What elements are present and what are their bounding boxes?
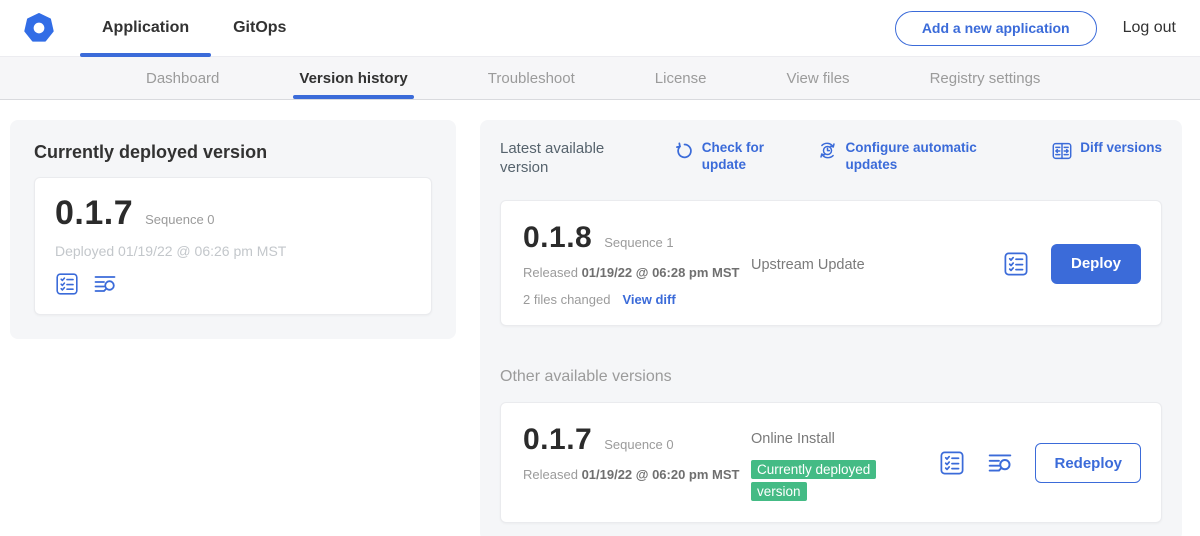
other-version-number: 0.1.7 <box>523 423 592 457</box>
other-sequence: Sequence 0 <box>604 437 673 452</box>
deployed-timestamp: Deployed 01/19/22 @ 06:26 pm MST <box>55 243 411 259</box>
subnav-view-files-label: View files <box>786 70 849 87</box>
app-subnav: Dashboard Version history Troubleshoot L… <box>0 57 1200 100</box>
active-subnav-underline <box>293 95 413 99</box>
latest-sequence: Sequence 1 <box>604 235 673 250</box>
latest-release-card: 0.1.8 Sequence 1 Released 01/19/22 @ 06:… <box>500 200 1162 326</box>
subnav-troubleshoot[interactable]: Troubleshoot <box>482 57 581 99</box>
latest-version-number: 0.1.8 <box>523 221 592 255</box>
currently-deployed-panel: Currently deployed version 0.1.7 Sequenc… <box>10 120 456 339</box>
redeploy-button[interactable]: Redeploy <box>1035 443 1141 483</box>
released-prefix: Released <box>523 265 578 280</box>
check-for-update-label: Check for update <box>702 140 772 174</box>
refresh-icon <box>674 140 695 161</box>
currently-deployed-badge: Currently deployed version <box>751 460 876 501</box>
subnav-registry-settings-label: Registry settings <box>930 70 1041 87</box>
deployed-version-card: 0.1.7 Sequence 0 Deployed 01/19/22 @ 06:… <box>34 177 432 315</box>
clock-refresh-icon <box>817 140 838 161</box>
subnav-dashboard-label: Dashboard <box>146 70 219 87</box>
subnav-license[interactable]: License <box>649 57 713 99</box>
active-tab-underline <box>80 53 211 57</box>
deployed-version-number: 0.1.7 <box>55 194 133 233</box>
preflight-checklist-icon[interactable] <box>939 450 965 476</box>
top-tabs: Application GitOps <box>80 0 308 57</box>
view-diff-link[interactable]: View diff <box>622 292 675 307</box>
subnav-license-label: License <box>655 70 707 87</box>
latest-available-title: Latest available version <box>500 140 628 178</box>
diff-columns-icon <box>1051 140 1073 162</box>
check-for-update-action[interactable]: Check for update <box>674 140 772 174</box>
main-content: Currently deployed version 0.1.7 Sequenc… <box>0 100 1200 536</box>
subnav-version-history-label: Version history <box>299 70 407 87</box>
released-timestamp: 01/19/22 @ 06:20 pm MST <box>582 467 740 482</box>
preflight-checklist-icon[interactable] <box>55 272 79 296</box>
logout-link[interactable]: Log out <box>1123 19 1176 37</box>
files-changed-count: 2 files changed <box>523 292 610 307</box>
subnav-troubleshoot-label: Troubleshoot <box>488 70 575 87</box>
subnav-dashboard[interactable]: Dashboard <box>140 57 225 99</box>
preflight-checklist-icon[interactable] <box>1003 251 1029 277</box>
view-logs-icon[interactable] <box>93 272 117 296</box>
released-timestamp: 01/19/22 @ 06:28 pm MST <box>582 265 740 280</box>
deployed-sequence: Sequence 0 <box>145 212 214 227</box>
tab-application[interactable]: Application <box>80 0 211 57</box>
subnav-version-history[interactable]: Version history <box>293 57 413 99</box>
deploy-button[interactable]: Deploy <box>1051 244 1141 284</box>
top-nav: Application GitOps Add a new application… <box>0 0 1200 57</box>
released-prefix: Released <box>523 467 578 482</box>
add-application-button[interactable]: Add a new application <box>895 11 1097 46</box>
app-logo-icon <box>24 13 54 43</box>
release-source-label: Upstream Update <box>751 221 1003 307</box>
configure-automatic-updates-action[interactable]: Configure automatic updates <box>817 140 1005 174</box>
currently-deployed-badge-wrap: Currently deployed version <box>751 459 893 504</box>
other-release-card: 0.1.7 Sequence 0 Released 01/19/22 @ 06:… <box>500 402 1162 523</box>
configure-automatic-updates-label: Configure automatic updates <box>845 140 1005 174</box>
diff-versions-label: Diff versions <box>1080 140 1162 157</box>
other-versions-title: Other available versions <box>500 368 1162 386</box>
diff-versions-action[interactable]: Diff versions <box>1051 140 1162 162</box>
subnav-registry-settings[interactable]: Registry settings <box>924 57 1047 99</box>
latest-available-panel: Latest available version Check for updat… <box>480 120 1182 536</box>
currently-deployed-title: Currently deployed version <box>34 142 432 163</box>
tab-gitops-label: GitOps <box>233 19 286 37</box>
release-source-label: Online Install <box>751 431 939 447</box>
tab-gitops[interactable]: GitOps <box>211 0 308 57</box>
subnav-view-files[interactable]: View files <box>780 57 855 99</box>
tab-application-label: Application <box>102 19 189 37</box>
view-logs-icon[interactable] <box>987 450 1013 476</box>
